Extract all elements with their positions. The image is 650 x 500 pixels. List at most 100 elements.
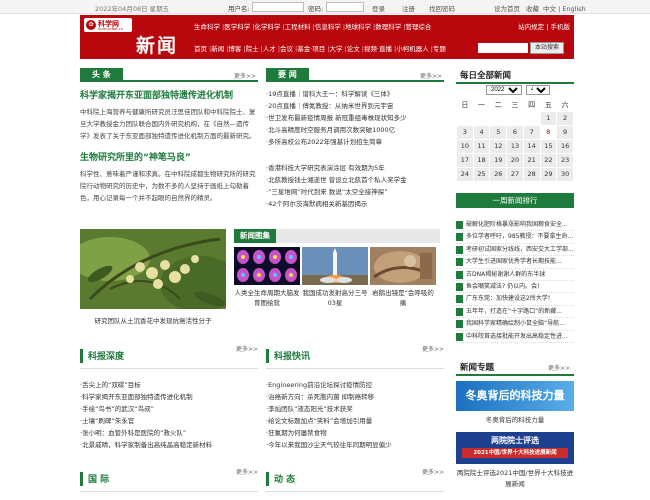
trends-title[interactable]: 动 态 xyxy=(274,472,295,485)
forgot-password-link[interactable]: 找回密码 xyxy=(429,3,455,13)
headlines-more-link[interactable]: 更多>> xyxy=(234,71,256,80)
express-title[interactable]: 科报快讯 xyxy=(274,349,310,362)
discipline-nav-item[interactable]: 工程材料 xyxy=(285,23,311,31)
site-logo[interactable]: ✿ 科学网 ScienceNet.cn xyxy=(84,18,132,32)
register-link[interactable]: 注册 xyxy=(402,3,415,13)
international-more-link[interactable]: 更多>> xyxy=(236,468,258,478)
calendar-day[interactable]: 15 xyxy=(539,138,558,154)
ranking-item[interactable]: 古DNA揭秘谢谢人群的东半球 xyxy=(456,269,574,281)
important-news-tab[interactable]: 要 闻 xyxy=(266,68,309,82)
password-input[interactable] xyxy=(326,2,364,12)
main-photo-caption[interactable]: 研究团队从土沉香花中发现抗癌活性分子 xyxy=(80,315,226,325)
express-news-item[interactable]: ·Engineering前沿论坛探讨疫情防控 xyxy=(266,379,446,391)
topics-more-link[interactable]: 更多>> xyxy=(548,363,570,372)
main-nav-item[interactable]: 专题 xyxy=(433,45,446,53)
calendar-day[interactable]: 9 xyxy=(556,124,574,140)
main-nav-item[interactable]: 小柯机器人 xyxy=(396,45,429,53)
main-nav-item[interactable]: 新闻 xyxy=(211,45,224,53)
express-more-link[interactable]: 更多>> xyxy=(422,345,444,355)
calendar-day[interactable]: 8 xyxy=(539,124,558,140)
ranking-item[interactable]: 鱼会嘲笑减法? 仍以内。会! xyxy=(456,281,574,294)
calendar-day[interactable]: 20 xyxy=(506,152,524,168)
express-news-item[interactable]: ·狂氟期为何屡禁食物 xyxy=(266,427,446,439)
site-search-input[interactable] xyxy=(478,43,528,53)
express-news-item[interactable]: ·给论文标题加点“笑料”会增加引用量 xyxy=(266,415,446,427)
calendar-day[interactable]: 21 xyxy=(522,152,541,168)
calendar-day[interactable]: 29 xyxy=(539,166,558,182)
photo-news-item-3[interactable] xyxy=(370,247,436,285)
photo-news-caption-3[interactable]: 岩鹅出镜是“会呼吸的痛 xyxy=(370,288,436,308)
depth-news-item[interactable]: ·土壤“刷碑”朱永官 xyxy=(80,415,260,427)
calendar-day[interactable]: 26 xyxy=(489,166,508,182)
important-news-item[interactable]: ·香港科技大学研究表演涂层 有效期为5年 xyxy=(266,162,446,174)
ranking-item[interactable]: 考研初试国家分线线，西安交大工学部... xyxy=(456,244,574,257)
important-news-item[interactable]: ·北斗高精度时空服务月调用次数突破1000亿 xyxy=(266,124,446,136)
calendar-day[interactable]: 4 xyxy=(472,124,491,140)
discipline-nav-item[interactable]: 管理综合 xyxy=(405,23,431,31)
discipline-nav-item[interactable]: 医学科学 xyxy=(224,23,250,31)
site-search-button[interactable]: 本站搜索 xyxy=(530,42,565,54)
winter-olympics-banner[interactable]: 冬奥背后的科技力量 xyxy=(456,381,574,411)
discipline-nav-item[interactable]: 信息科学 xyxy=(315,23,341,31)
express-news-item[interactable]: ·李灿团队“液态阳光”技术获奖 xyxy=(266,403,446,415)
calendar-day[interactable]: 6 xyxy=(506,124,524,140)
important-news-more-link[interactable]: 更多>> xyxy=(420,71,442,80)
calendar-day[interactable]: 19 xyxy=(489,152,508,168)
lead-headline[interactable]: 科学家揭开东亚面部独特遗传进化机制 xyxy=(80,88,233,101)
month-select[interactable]: 4月 xyxy=(526,85,550,95)
discipline-nav-item[interactable]: 化学科学 xyxy=(254,23,280,31)
calendar-day[interactable]: 2 xyxy=(556,110,574,126)
calendar-day[interactable]: 27 xyxy=(506,166,524,182)
depth-news-item[interactable]: ·北景戚晴，科学家制备出高纯晶高稳定新材料 xyxy=(80,439,260,451)
important-news-item[interactable]: ·42个阿尔茨海默病相关新基因揭示 xyxy=(266,198,446,210)
calendar-day[interactable]: 22 xyxy=(539,152,558,168)
main-nav-item[interactable]: 会议 xyxy=(280,45,293,53)
language-switch[interactable]: 中文 | English xyxy=(543,3,586,13)
main-nav-item[interactable]: 论文 xyxy=(347,45,360,53)
username-input[interactable] xyxy=(252,2,304,12)
express-news-item[interactable]: ·今年以来我国沙尘天气较往年同期明显偏少 xyxy=(266,439,446,451)
ranking-item[interactable]: 多位学者呼吁，985教授：不要拿生命... xyxy=(456,231,574,244)
depth-news-item[interactable]: ·舌尖上的“双碳”目标 xyxy=(80,379,260,391)
depth-news-item[interactable]: ·手绘“鸟书”的武汉“鸟叔” xyxy=(80,403,260,415)
photo-news-item-1[interactable] xyxy=(234,247,300,285)
calendar-day[interactable]: 28 xyxy=(522,166,541,182)
calendar-day[interactable]: 13 xyxy=(506,138,524,154)
calendar-day[interactable]: 24 xyxy=(456,166,474,182)
year-select[interactable]: 2022年 xyxy=(486,85,522,95)
ranking-item[interactable]: 中科院首选接批能开发出高稳定性进... xyxy=(456,331,574,343)
important-news-item[interactable]: ·世卫发布最新疫情周报 新冠重组毒株现状知多少 xyxy=(266,112,446,124)
photo-news-item-2[interactable] xyxy=(302,247,368,285)
calendar-day[interactable]: 1 xyxy=(539,110,558,126)
discipline-nav-item[interactable]: 地球科学 xyxy=(345,23,371,31)
main-news-photo[interactable] xyxy=(80,229,226,309)
important-news-item[interactable]: ·“三星堆网”时代到来 数说“太空全接神探” xyxy=(266,186,446,198)
photo-news-title[interactable]: 新闻图集 xyxy=(234,229,276,243)
ranking-item[interactable]: 大学生引进国家优秀学者长期技能... xyxy=(456,256,574,269)
calendar-day[interactable]: 11 xyxy=(472,138,491,154)
discipline-nav-item[interactable]: 数理科学 xyxy=(375,23,401,31)
main-nav-item[interactable]: 大学 xyxy=(330,45,343,53)
depth-news-item[interactable]: ·张小明：血管外科是医院的“救火队” xyxy=(80,427,260,439)
second-headline[interactable]: 生物研究所里的“神笔马良” xyxy=(80,150,191,163)
international-title[interactable]: 国 际 xyxy=(88,472,109,485)
ranking-item[interactable]: 我国科学家精确绘制小鼠全脑“导航... xyxy=(456,318,574,331)
calendar-day[interactable]: 7 xyxy=(522,124,541,140)
photo-news-caption-1[interactable]: 人类全生命周期大脑发育图绘就 xyxy=(234,288,300,308)
login-link[interactable]: 登录 xyxy=(372,3,385,13)
ranking-item[interactable]: 破解化肥阶格暴涨影响我国粮食安全... xyxy=(456,219,574,232)
main-nav-item[interactable]: 基金·项目 xyxy=(297,45,325,53)
calendar-day[interactable]: 16 xyxy=(556,138,574,154)
site-rules-mobile-links[interactable]: 站内规定 | 手机版 xyxy=(518,21,570,31)
photo-news-caption-2[interactable]: 我国成功发射高分三号03星 xyxy=(302,288,368,308)
calendar-day[interactable]: 14 xyxy=(522,138,541,154)
calendar-day[interactable]: 25 xyxy=(472,166,491,182)
calendar-day[interactable]: 17 xyxy=(456,152,474,168)
important-news-item[interactable]: ·20点直播｜傅氮教授：从纳米世界到元宇宙 xyxy=(266,100,446,112)
set-homepage-link[interactable]: 设为首页 xyxy=(494,3,520,13)
main-nav-item[interactable]: 人才 xyxy=(263,45,276,53)
calendar-day[interactable]: 5 xyxy=(489,124,508,140)
academician-banner[interactable]: 两院院士评选 2021中国/世界十大科技进展新闻 xyxy=(456,432,574,464)
ranking-item[interactable]: 广东东莞：加快建设这2所大学! xyxy=(456,293,574,306)
calendar-day[interactable]: 3 xyxy=(456,124,474,140)
